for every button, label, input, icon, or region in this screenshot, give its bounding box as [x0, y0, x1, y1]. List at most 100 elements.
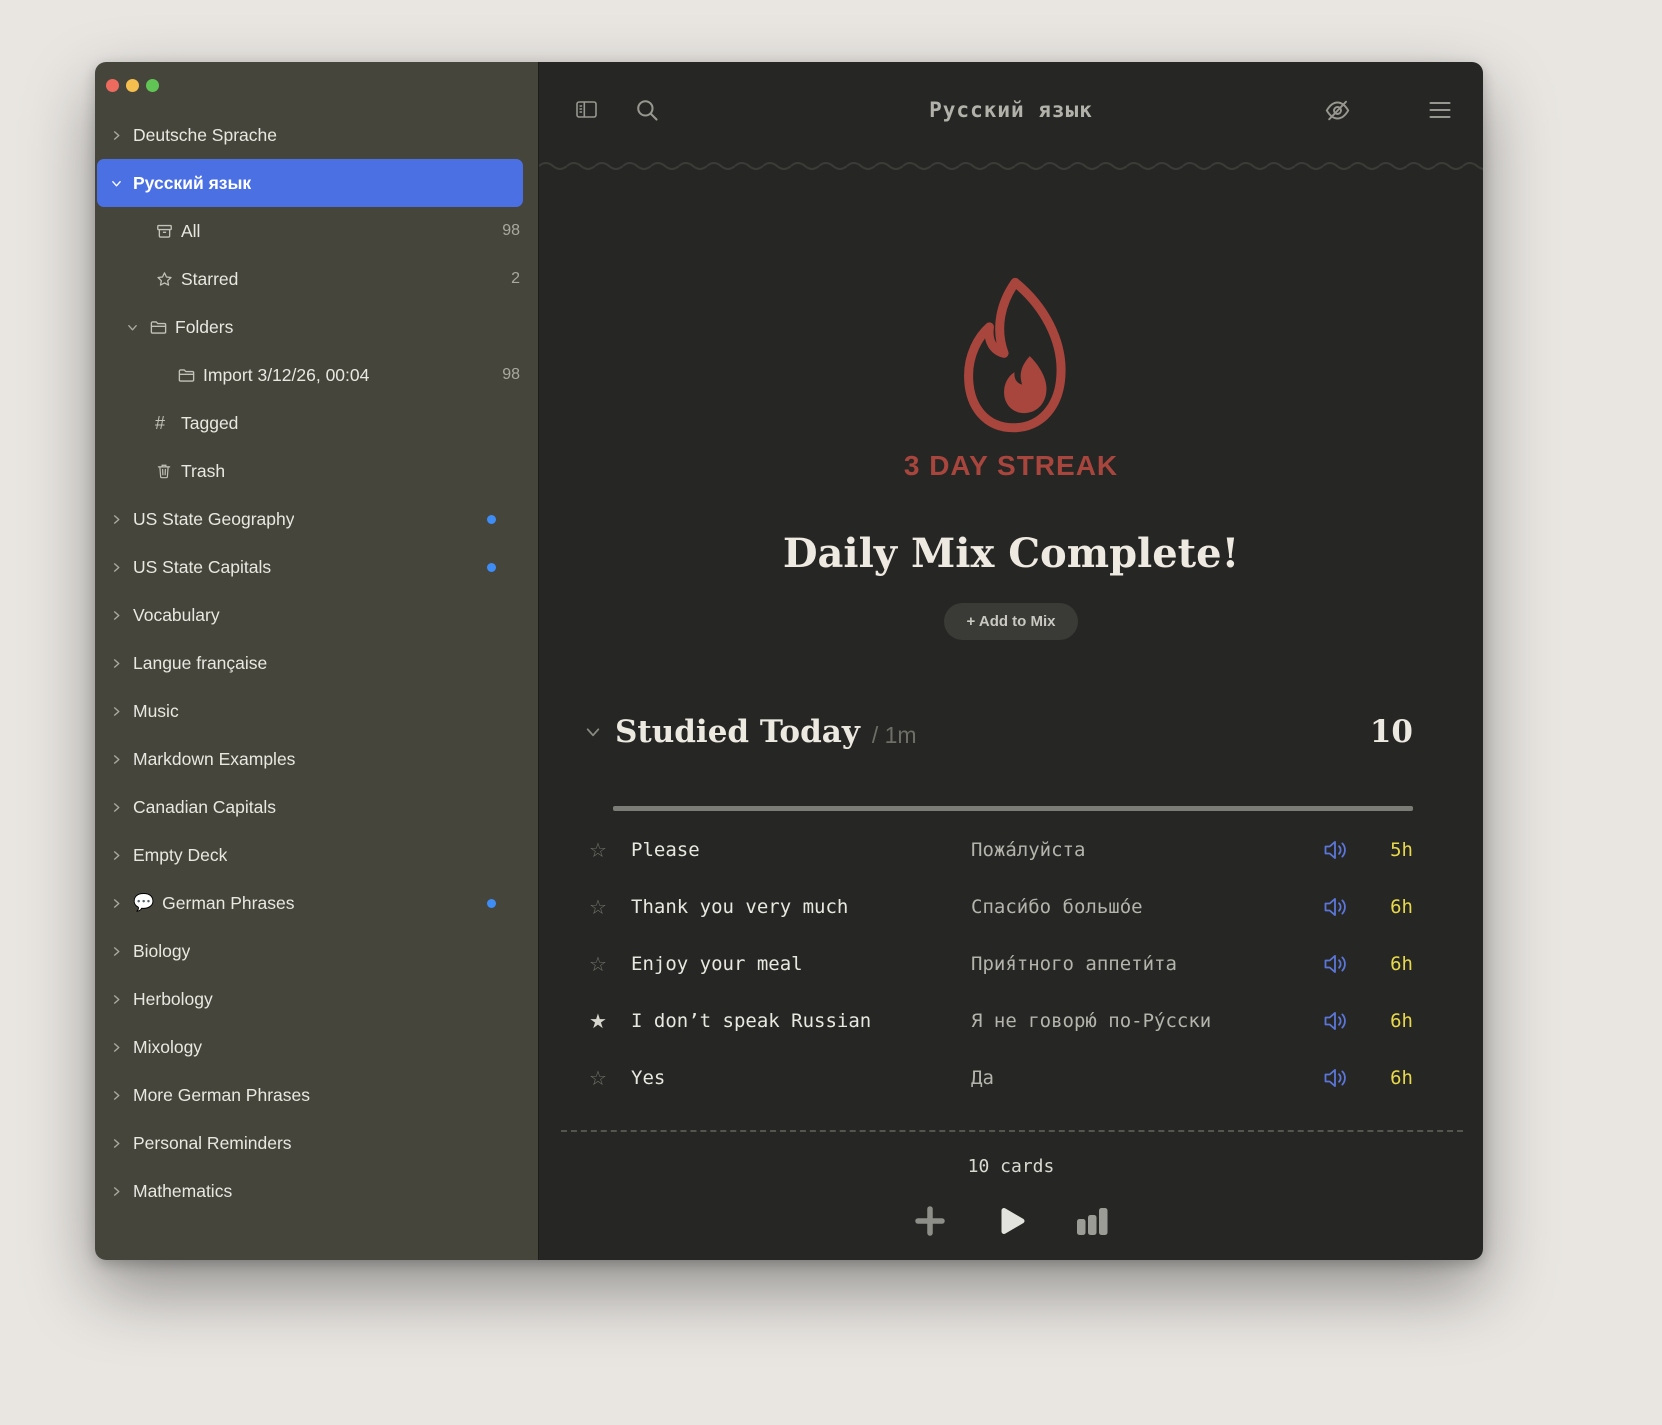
chevron-right-icon[interactable]	[111, 130, 133, 141]
item-label: Starred	[181, 269, 238, 290]
section-title: Studied Today	[615, 714, 860, 750]
sidebar-item-starred[interactable]: Starred 2	[95, 255, 538, 303]
sidebar-item-mixology[interactable]: Mixology	[95, 1023, 538, 1071]
chevron-down-icon[interactable]	[111, 178, 133, 189]
card-front: Please	[631, 839, 971, 861]
card-front: Enjoy your meal	[631, 953, 971, 975]
sidebar-item-tagged[interactable]: # Tagged	[95, 399, 538, 447]
bottom-toolbar	[539, 1205, 1483, 1237]
sidebar-item-biology[interactable]: Biology	[95, 927, 538, 975]
sidebar-item-herbology[interactable]: Herbology	[95, 975, 538, 1023]
speaker-icon[interactable]	[1323, 1067, 1367, 1089]
chevron-right-icon[interactable]	[111, 1138, 133, 1149]
sidebar-item-deutsche-sprache[interactable]: Deutsche Sprache	[95, 111, 538, 159]
unread-dot	[487, 899, 496, 908]
speaker-icon[interactable]	[1323, 953, 1367, 975]
unread-dot	[487, 563, 496, 572]
sidebar-item-langue-francaise[interactable]: Langue française	[95, 639, 538, 687]
chevron-right-icon[interactable]	[111, 994, 133, 1005]
studied-today-header: Studied Today / 1m 10	[585, 714, 1413, 750]
chevron-right-icon[interactable]	[111, 850, 133, 861]
sidebar-item-us-state-capitals[interactable]: US State Capitals	[95, 543, 538, 591]
sidebar-item-more-german-phrases[interactable]: More German Phrases	[95, 1071, 538, 1119]
card-row[interactable]: ☆ Yes Да 6h	[585, 1049, 1413, 1106]
chevron-right-icon[interactable]	[111, 1042, 133, 1053]
folder-icon	[177, 366, 203, 385]
study-duration: / 1m	[872, 722, 917, 749]
chevron-down-icon[interactable]	[585, 724, 601, 740]
star-toggle-icon[interactable]: ☆	[585, 895, 611, 919]
search-icon[interactable]	[634, 97, 660, 123]
card-back: Да	[971, 1067, 1323, 1089]
sidebar-item-folders[interactable]: Folders	[95, 303, 538, 351]
card-back: Спаси́бо большо́е	[971, 896, 1323, 918]
card-row[interactable]: ★ I don’t speak Russian Я не говорю́ по-…	[585, 992, 1413, 1049]
sidebar-item-us-state-geography[interactable]: US State Geography	[95, 495, 538, 543]
chevron-down-icon[interactable]	[127, 322, 149, 333]
sidebar-item-mathematics[interactable]: Mathematics	[95, 1167, 538, 1215]
card-row[interactable]: ☆ Please Пожа́луйста 5h	[585, 821, 1413, 878]
star-toggle-icon[interactable]: ★	[585, 1009, 611, 1033]
sidebar-item-canadian-capitals[interactable]: Canadian Capitals	[95, 783, 538, 831]
sidebar-item-german-phrases[interactable]: 💬 German Phrases	[95, 879, 538, 927]
menu-icon[interactable]	[1427, 99, 1453, 121]
card-front: Thank you very much	[631, 896, 971, 918]
deck-label: Empty Deck	[133, 845, 227, 866]
chevron-right-icon[interactable]	[111, 754, 133, 765]
header-actions	[1324, 97, 1453, 124]
hide-answers-icon[interactable]	[1324, 97, 1351, 124]
card-row[interactable]: ☆ Enjoy your meal Прия́тного аппети́та 6…	[585, 935, 1413, 992]
sidebar-item-music[interactable]: Music	[95, 687, 538, 735]
chevron-right-icon[interactable]	[111, 658, 133, 669]
minimize-window-button[interactable]	[126, 79, 139, 92]
sidebar-item-russian-selected[interactable]: Русский язык	[97, 159, 523, 207]
sidebar-toggle-icon[interactable]	[573, 98, 600, 122]
archive-icon	[155, 222, 181, 241]
stats-icon[interactable]	[1076, 1206, 1109, 1236]
deck-content: 3 DAY STREAK Daily Mix Complete! + Add t…	[539, 172, 1483, 1260]
sidebar-deck-list: Deutsche Sprache Русский язык All 98 Sta…	[95, 62, 538, 1215]
chevron-right-icon[interactable]	[111, 706, 133, 717]
sidebar-item-trash[interactable]: Trash	[95, 447, 538, 495]
sidebar-item-personal-reminders[interactable]: Personal Reminders	[95, 1119, 538, 1167]
sidebar-item-import-folder[interactable]: Import 3/12/26, 00:04 98	[95, 351, 538, 399]
card-row[interactable]: ☆ Thank you very much Спаси́бо большо́е …	[585, 878, 1413, 935]
chevron-right-icon[interactable]	[111, 802, 133, 813]
sidebar-item-vocabulary[interactable]: Vocabulary	[95, 591, 538, 639]
star-icon	[155, 270, 181, 289]
chevron-right-icon[interactable]	[111, 898, 133, 909]
play-study-icon[interactable]	[994, 1205, 1028, 1237]
wavy-divider	[539, 158, 1483, 172]
sidebar-item-empty-deck[interactable]: Empty Deck	[95, 831, 538, 879]
close-window-button[interactable]	[106, 79, 119, 92]
chevron-right-icon[interactable]	[111, 1186, 133, 1197]
star-toggle-icon[interactable]: ☆	[585, 838, 611, 862]
studied-today-section: Studied Today / 1m 10 ☆ Please Пожа́луйс…	[539, 714, 1483, 1106]
item-label: All	[181, 221, 200, 242]
add-card-icon[interactable]	[914, 1205, 946, 1237]
speaker-icon[interactable]	[1323, 896, 1367, 918]
sidebar-item-markdown-examples[interactable]: Markdown Examples	[95, 735, 538, 783]
chevron-right-icon[interactable]	[111, 562, 133, 573]
star-toggle-icon[interactable]: ☆	[585, 1066, 611, 1090]
speaker-icon[interactable]	[1323, 1010, 1367, 1032]
unread-dot	[487, 515, 496, 524]
deck-label: Русский язык	[133, 173, 251, 194]
item-label: Tagged	[181, 413, 238, 434]
card-back: Прия́тного аппети́та	[971, 953, 1323, 975]
last-reviewed: 6h	[1367, 953, 1413, 975]
item-label: Import 3/12/26, 00:04	[203, 365, 369, 386]
card-list: ☆ Please Пожа́луйста 5h ☆ Thank you very…	[585, 821, 1413, 1106]
chevron-right-icon[interactable]	[111, 610, 133, 621]
chevron-right-icon[interactable]	[111, 946, 133, 957]
chevron-right-icon[interactable]	[111, 514, 133, 525]
item-label: Folders	[175, 317, 233, 338]
sidebar-item-all[interactable]: All 98	[95, 207, 538, 255]
cards-count: 10 cards	[539, 1156, 1483, 1177]
zoom-window-button[interactable]	[146, 79, 159, 92]
add-to-mix-button[interactable]: + Add to Mix	[944, 603, 1077, 640]
speech-bubble-icon: 💬	[133, 893, 154, 913]
star-toggle-icon[interactable]: ☆	[585, 952, 611, 976]
chevron-right-icon[interactable]	[111, 1090, 133, 1101]
speaker-icon[interactable]	[1323, 839, 1367, 861]
